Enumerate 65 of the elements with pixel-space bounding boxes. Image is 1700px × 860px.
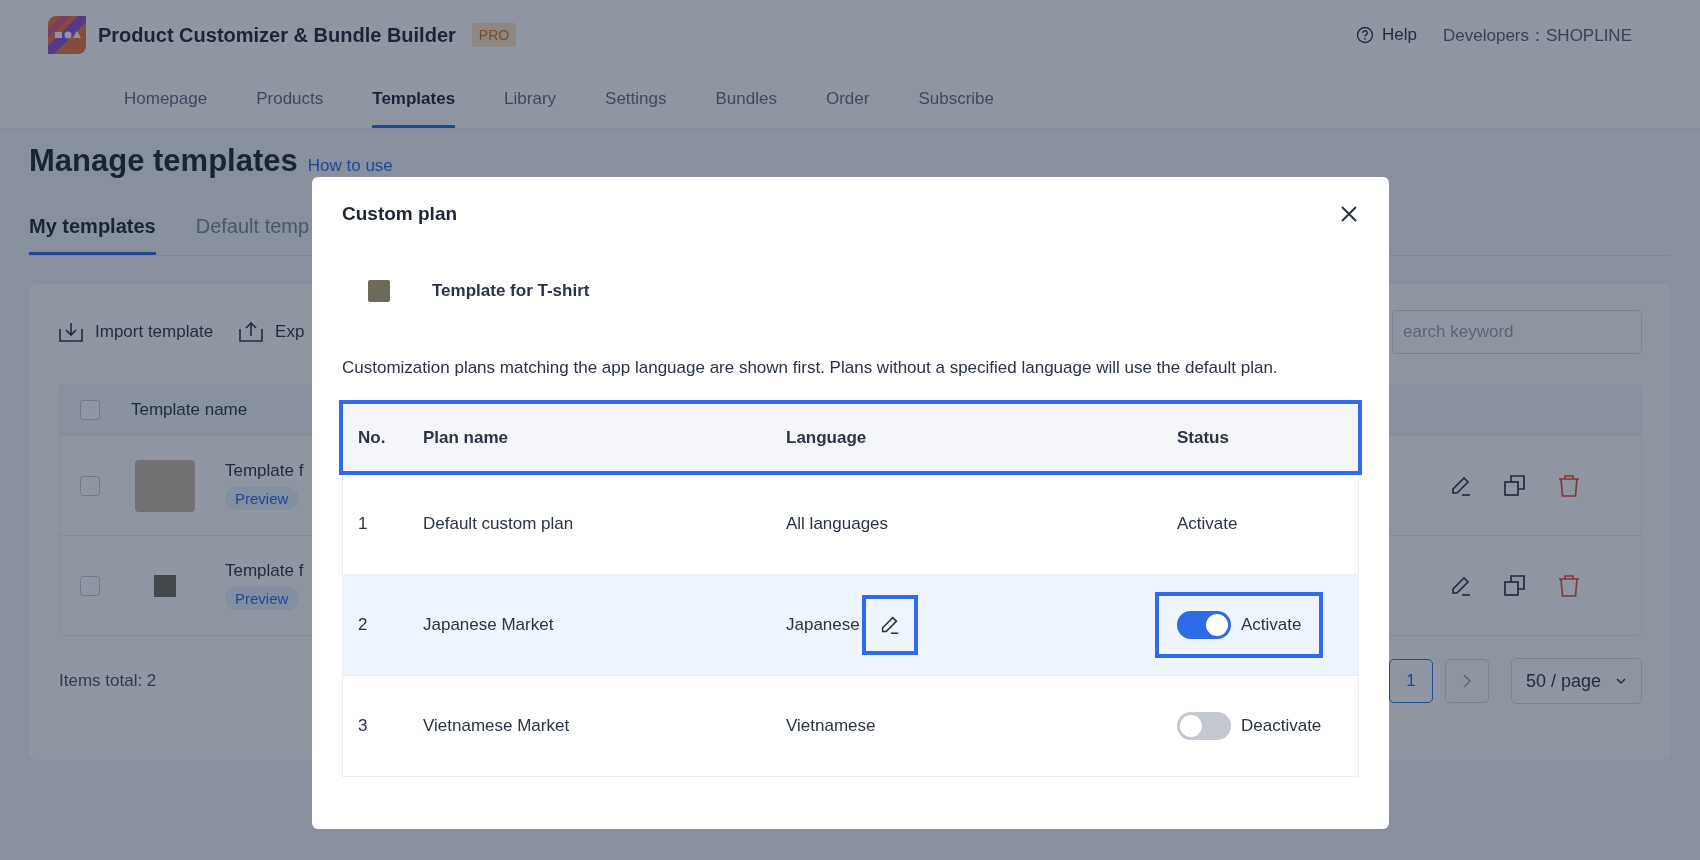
delete-icon[interactable] — [1557, 573, 1581, 598]
export-button[interactable]: Exp — [239, 321, 305, 343]
table-cell-text: Default custom plan — [423, 514, 575, 534]
delete-icon[interactable] — [1557, 473, 1581, 498]
nav-tab[interactable]: Subscribe — [918, 70, 994, 128]
copy-icon[interactable] — [1503, 473, 1527, 498]
checkbox[interactable] — [80, 575, 100, 596]
items-total: Items total: 2 — [59, 671, 157, 691]
developer-label: Developers：SHOPLINE — [1443, 24, 1632, 47]
table-cell-text: 1 — [357, 514, 369, 534]
nav-tab[interactable]: Bundles — [715, 70, 777, 128]
checkbox[interactable] — [80, 400, 100, 420]
chevron-down-icon — [1615, 677, 1627, 685]
preview-link[interactable]: Preview — [225, 487, 299, 510]
close-icon[interactable] — [1339, 204, 1359, 224]
import-template-button[interactable]: Import template — [59, 321, 214, 343]
preview-link[interactable]: Preview — [225, 587, 299, 610]
photo-placeholder — [135, 459, 195, 512]
copy-icon[interactable] — [1503, 573, 1527, 598]
status-label: Deactivate — [1241, 716, 1322, 736]
checkbox[interactable] — [80, 475, 100, 496]
table-cell-text: 3 — [357, 716, 369, 736]
nav-tab[interactable]: Products — [256, 70, 324, 128]
column-header: Language — [786, 427, 868, 448]
column-header: Status — [1177, 427, 1230, 448]
table-cell-text: Vietnamese Market — [423, 716, 571, 736]
nav-tab[interactable]: Library — [504, 70, 557, 128]
page-title: Manage templates — [29, 143, 298, 179]
how-to-use-link[interactable]: How to use — [307, 156, 393, 176]
column-header: Plan name — [423, 427, 510, 448]
help-icon — [1356, 26, 1375, 44]
table-cell-text: 2 — [357, 615, 369, 635]
nav-tab[interactable]: Settings — [605, 70, 667, 128]
help-link[interactable]: Help — [1356, 25, 1418, 45]
app-logo-icon — [48, 16, 86, 54]
table-cell: Vietnamese — [786, 716, 876, 736]
table-row[interactable]: 2 Japanese Market Japanese Activate — [343, 574, 1358, 675]
table-cell: All languages — [786, 514, 889, 534]
dialog-description: Customization plans matching the app language are shown first. Plans without a specified language will use the default plan. — [342, 357, 1279, 379]
table-cell-text: Japanese Market — [423, 615, 555, 635]
template-name: Template f — [225, 461, 304, 481]
photo-placeholder — [154, 574, 176, 597]
status-toggle[interactable] — [1177, 611, 1231, 639]
column-header: No. — [357, 427, 387, 448]
status-label: Activate — [1177, 514, 1238, 534]
table-row[interactable]: 3 Vietnamese Market Vietnamese Deactivate — [343, 675, 1358, 776]
pro-badge: PRO — [471, 23, 517, 47]
status-label: Activate — [1241, 615, 1302, 635]
chevron-right-icon — [1461, 674, 1472, 688]
table-cell: Japanese — [786, 615, 860, 635]
template-name: Template for T-shirt — [432, 281, 590, 301]
photo-placeholder — [368, 280, 390, 302]
nav-tab[interactable]: Templates — [372, 70, 456, 128]
page-tab[interactable]: My templates — [29, 203, 156, 255]
nav-tab[interactable]: Order — [825, 70, 870, 128]
dialog-title: Custom plan — [342, 203, 458, 225]
page-tab[interactable]: Default temp — [195, 203, 310, 255]
template-name: Template f — [225, 561, 304, 581]
page-size-select[interactable]: 50 / page — [1510, 658, 1642, 704]
import-icon — [59, 321, 83, 343]
export-icon — [239, 321, 264, 343]
status-toggle[interactable] — [1177, 712, 1231, 740]
nav-tab[interactable]: Homepage — [124, 70, 208, 128]
column-header: Template name — [131, 400, 248, 420]
app-title: Product Customizer & Bundle Builder — [98, 23, 456, 47]
